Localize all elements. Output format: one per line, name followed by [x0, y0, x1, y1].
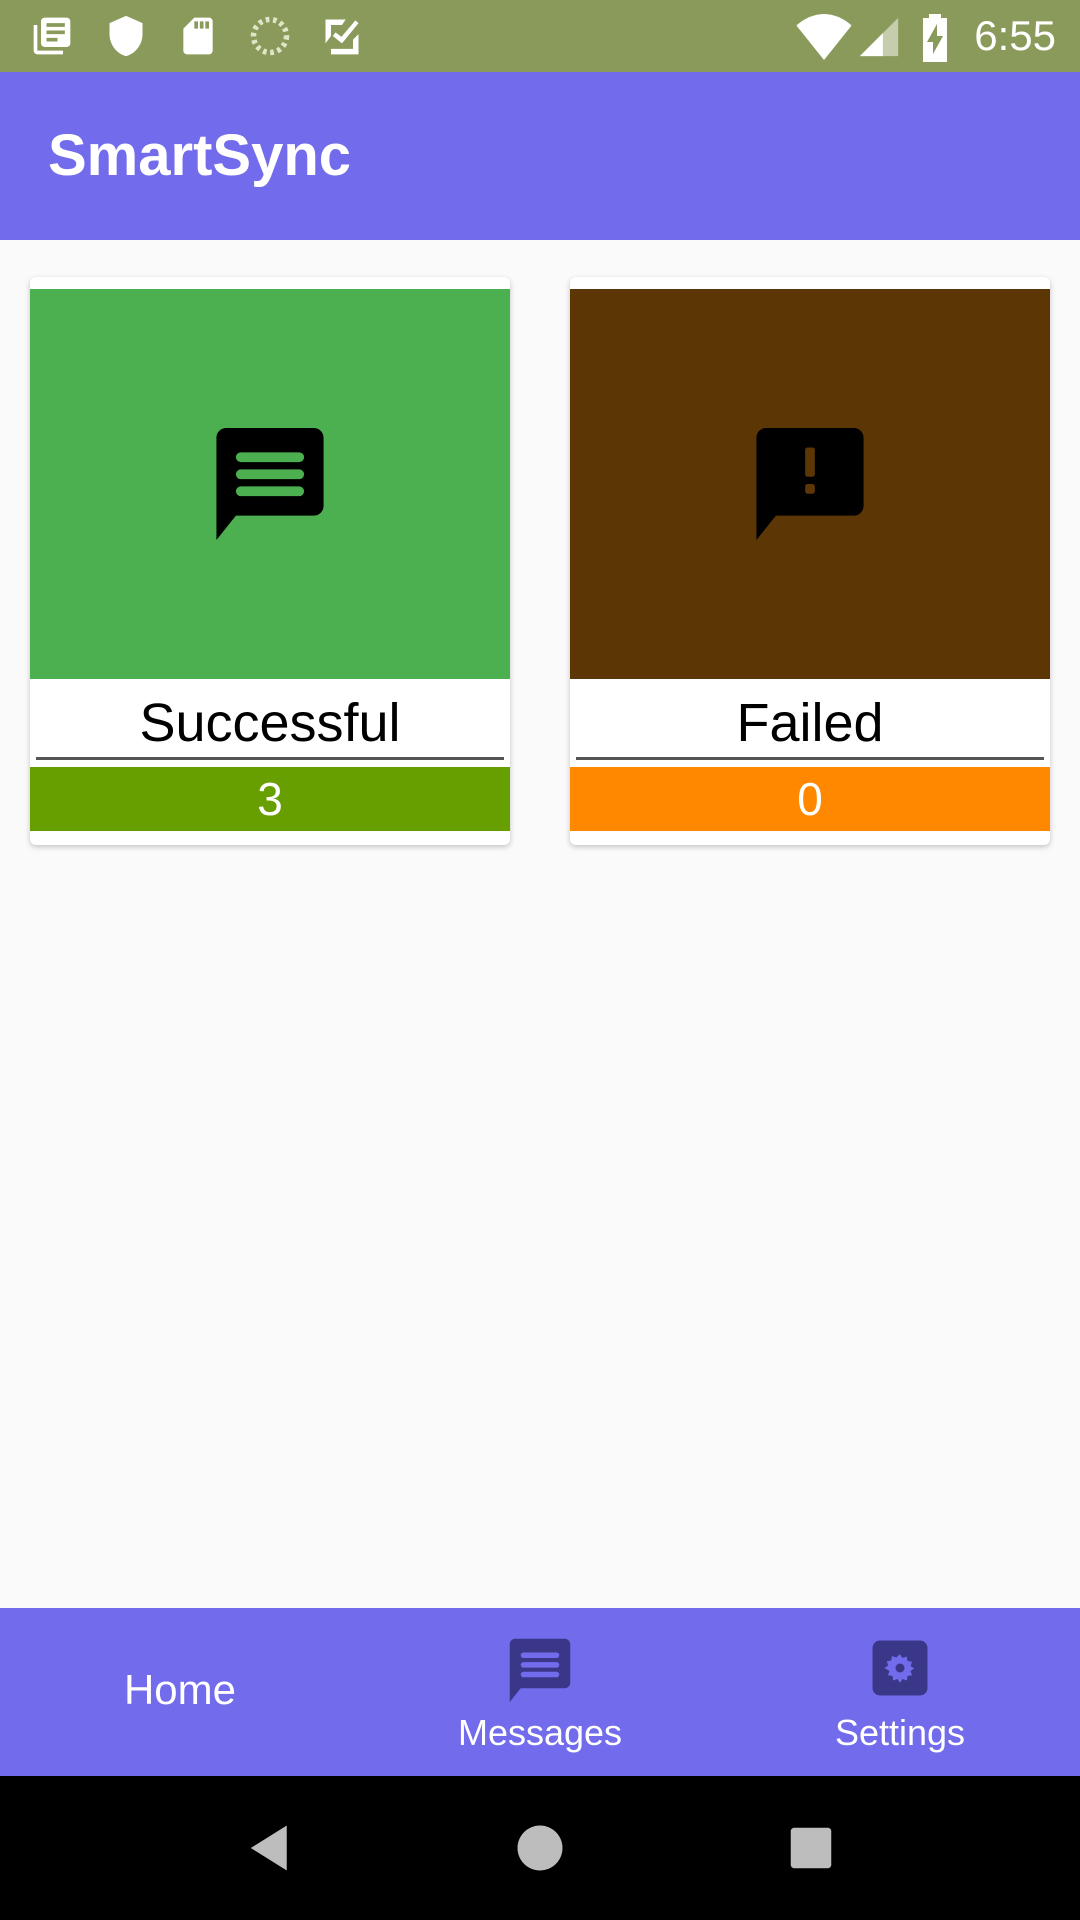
sd-card-icon: [183, 17, 213, 55]
battery-charging-icon: [923, 14, 947, 62]
news-icon: [33, 17, 71, 55]
signal-icon: [859, 17, 899, 57]
app-bar: SmartSync: [0, 72, 1080, 240]
message-alert-icon: [756, 428, 864, 540]
card-divider: [36, 757, 504, 760]
nav-label: Settings: [834, 1712, 966, 1753]
successful-card[interactable]: Successful 3: [30, 277, 510, 845]
wifi-icon: [796, 14, 852, 60]
successful-count: 3: [30, 767, 510, 831]
message-icon: [216, 428, 324, 540]
failed-card[interactable]: Failed 0: [570, 277, 1050, 845]
nav-home[interactable]: Home: [0, 1608, 360, 1776]
back-icon[interactable]: [244, 1821, 298, 1875]
nav-settings[interactable]: Settings: [720, 1608, 1080, 1776]
status-time: 6:55: [974, 12, 1056, 59]
card-divider: [576, 757, 1044, 760]
gear-icon: [872, 1640, 928, 1696]
sync-spinner-icon: [250, 16, 290, 56]
shield-icon: [109, 15, 143, 57]
card-image: [570, 289, 1050, 679]
card-label: Failed: [736, 693, 884, 753]
message-icon: [509, 1638, 571, 1702]
system-nav: [0, 1776, 1080, 1920]
recents-square-icon[interactable]: [784, 1821, 838, 1875]
failed-count: 0: [570, 767, 1050, 831]
home-circle-icon[interactable]: [513, 1821, 567, 1875]
nav-label: Messages: [457, 1712, 623, 1753]
card-label: Successful: [139, 693, 401, 753]
bottom-nav: Home Messages Settings: [0, 1608, 1080, 1776]
status-bar: 6:55: [0, 0, 1080, 72]
app-title: SmartSync: [48, 123, 352, 188]
card-image: [30, 289, 510, 679]
task-check-icon: [325, 19, 359, 55]
nav-messages[interactable]: Messages: [360, 1608, 720, 1776]
nav-label: Home: [123, 1666, 237, 1713]
